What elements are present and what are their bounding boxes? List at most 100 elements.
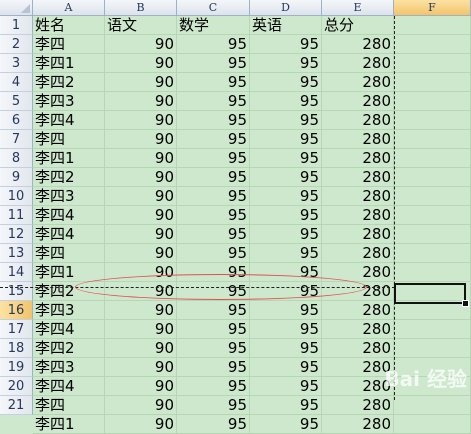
cell-a3[interactable]: 李四1 [33, 54, 105, 73]
fill-handle[interactable] [462, 300, 469, 307]
cell-a20[interactable]: 李四4 [33, 377, 105, 396]
cell-b2[interactable]: 90 [105, 35, 177, 54]
cell-a14[interactable]: 李四1 [33, 263, 105, 282]
cell-b3[interactable]: 90 [105, 54, 177, 73]
cell-a12[interactable]: 李四4 [33, 225, 105, 244]
cell-f1[interactable] [394, 16, 471, 35]
cell-d1[interactable]: 英语 [250, 16, 322, 35]
row-header-11[interactable]: 11 [0, 206, 33, 225]
cell-c18[interactable]: 95 [177, 339, 250, 358]
cell-b18[interactable]: 90 [105, 339, 177, 358]
column-header-f[interactable]: F [394, 0, 471, 16]
cell-b20[interactable]: 90 [105, 377, 177, 396]
cell-c17[interactable]: 95 [177, 320, 250, 339]
cell-b9[interactable]: 90 [105, 168, 177, 187]
cell-f4[interactable] [394, 73, 471, 92]
cell-b7[interactable]: 90 [105, 130, 177, 149]
cell-c10[interactable]: 95 [177, 187, 250, 206]
cell-c12[interactable]: 95 [177, 225, 250, 244]
row-header-2[interactable]: 2 [0, 35, 33, 54]
cell-b12[interactable]: 90 [105, 225, 177, 244]
cell-d21[interactable]: 95 [250, 396, 322, 415]
cell-c21[interactable]: 95 [177, 396, 250, 415]
cell-c13[interactable]: 95 [177, 244, 250, 263]
cell-a1[interactable]: 姓名 [33, 16, 105, 35]
select-all-corner[interactable] [0, 0, 33, 16]
cell-c16[interactable]: 95 [177, 301, 250, 320]
cell-a8[interactable]: 李四1 [33, 149, 105, 168]
cell-f17[interactable] [394, 320, 471, 339]
cell-e20[interactable]: 280 [322, 377, 394, 396]
cell-a2[interactable]: 李四 [33, 35, 105, 54]
cell-e12[interactable]: 280 [322, 225, 394, 244]
cell-c11[interactable]: 95 [177, 206, 250, 225]
cell-f13[interactable] [394, 244, 471, 263]
cell-c20[interactable]: 95 [177, 377, 250, 396]
cell-f14[interactable] [394, 263, 471, 282]
cell-e16[interactable]: 280 [322, 301, 394, 320]
cell-f3[interactable] [394, 54, 471, 73]
cell-a18[interactable]: 李四2 [33, 339, 105, 358]
cell-c5[interactable]: 95 [177, 92, 250, 111]
column-header-b[interactable]: B [105, 0, 177, 16]
cell-c1[interactable]: 数学 [177, 16, 250, 35]
cell-c6[interactable]: 95 [177, 111, 250, 130]
row-header-19[interactable]: 19 [0, 358, 33, 377]
row-header-20[interactable]: 20 [0, 377, 33, 396]
cell-a6[interactable]: 李四4 [33, 111, 105, 130]
row-header-13[interactable]: 13 [0, 244, 33, 263]
row-header-8[interactable]: 8 [0, 149, 33, 168]
row-header-12[interactable]: 12 [0, 225, 33, 244]
cell-d6[interactable]: 95 [250, 111, 322, 130]
cell-e22[interactable]: 280 [322, 415, 394, 434]
cell-b5[interactable]: 90 [105, 92, 177, 111]
cell-e2[interactable]: 280 [322, 35, 394, 54]
cell-e21[interactable]: 280 [322, 396, 394, 415]
cell-a10[interactable]: 李四3 [33, 187, 105, 206]
cell-b19[interactable]: 90 [105, 358, 177, 377]
cell-c8[interactable]: 95 [177, 149, 250, 168]
cell-f2[interactable] [394, 35, 471, 54]
cell-c22[interactable]: 95 [177, 415, 250, 434]
cell-e6[interactable]: 280 [322, 111, 394, 130]
cell-e7[interactable]: 280 [322, 130, 394, 149]
cell-e10[interactable]: 280 [322, 187, 394, 206]
cell-e1[interactable]: 总分 [322, 16, 394, 35]
cell-b17[interactable]: 90 [105, 320, 177, 339]
cell-f22[interactable] [394, 415, 471, 434]
cell-a11[interactable]: 李四4 [33, 206, 105, 225]
cell-d4[interactable]: 95 [250, 73, 322, 92]
active-cell-cursor[interactable] [394, 283, 466, 304]
cell-d11[interactable]: 95 [250, 206, 322, 225]
cell-d7[interactable]: 95 [250, 130, 322, 149]
cell-a16[interactable]: 李四3 [33, 301, 105, 320]
cell-e9[interactable]: 280 [322, 168, 394, 187]
column-header-c[interactable]: C [177, 0, 250, 16]
cell-c7[interactable]: 95 [177, 130, 250, 149]
cell-e17[interactable]: 280 [322, 320, 394, 339]
cell-a17[interactable]: 李四4 [33, 320, 105, 339]
cell-d2[interactable]: 95 [250, 35, 322, 54]
spreadsheet-grid[interactable]: ABCDEF 1 2 3 4 5 6 7 8 9 10 11 12 13 14 15 16 17 18 19 20 21… [0, 0, 471, 434]
cell-f7[interactable] [394, 130, 471, 149]
cell-f5[interactable] [394, 92, 471, 111]
cell-b6[interactable]: 90 [105, 111, 177, 130]
cell-f8[interactable] [394, 149, 471, 168]
cell-f21[interactable] [394, 396, 471, 415]
row-header-21[interactable]: 21 [0, 396, 33, 415]
cell-f11[interactable] [394, 206, 471, 225]
cell-d3[interactable]: 95 [250, 54, 322, 73]
cell-f9[interactable] [394, 168, 471, 187]
row-header-7[interactable]: 7 [0, 130, 33, 149]
row-header-4[interactable]: 4 [0, 73, 33, 92]
cell-a22[interactable]: 李四1 [33, 415, 105, 434]
cell-b11[interactable]: 90 [105, 206, 177, 225]
row-header-10[interactable]: 10 [0, 187, 33, 206]
row-header-9[interactable]: 9 [0, 168, 33, 187]
cell-b22[interactable]: 90 [105, 415, 177, 434]
cell-d5[interactable]: 95 [250, 92, 322, 111]
cell-d18[interactable]: 95 [250, 339, 322, 358]
cell-a21[interactable]: 李四 [33, 396, 105, 415]
cell-c3[interactable]: 95 [177, 54, 250, 73]
cell-c4[interactable]: 95 [177, 73, 250, 92]
